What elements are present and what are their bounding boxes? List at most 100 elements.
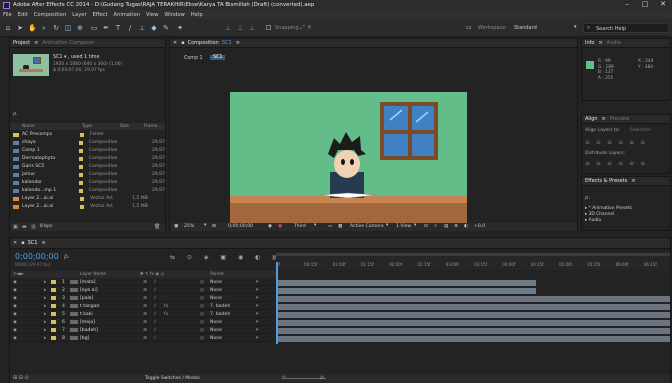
expand-arrow-icon[interactable]: ▸ [44, 280, 46, 285]
show-channel-icon[interactable]: ● [278, 224, 282, 229]
parent-pickwhip-icon[interactable]: ◎ [200, 320, 204, 325]
close-tab-icon[interactable]: ✕ [13, 240, 17, 246]
label-color-swatch[interactable] [78, 148, 83, 153]
label-color-swatch[interactable] [78, 180, 83, 185]
rotate-tool-icon[interactable]: ↻ [52, 24, 60, 32]
parent-select[interactable]: None [210, 288, 222, 293]
layer-name[interactable]: [eye.ai] [80, 288, 98, 293]
parent-dropdown-icon[interactable]: ▾ [256, 280, 258, 285]
parent-dropdown-icon[interactable]: ▾ [256, 336, 258, 341]
tab-audio[interactable]: Audio [607, 40, 621, 46]
project-search[interactable]: ρ. [13, 111, 163, 119]
mask-tool-icon[interactable]: ▭ [90, 24, 98, 32]
project-list-item[interactable]: kalendar Composition 29,97 [10, 179, 165, 186]
parent-select[interactable]: None [210, 280, 222, 285]
clone-stamp-tool-icon[interactable]: ⊥ [138, 24, 146, 32]
shy-switch-icon[interactable]: ⊕ [143, 320, 147, 325]
project-list-item[interactable]: jamur Composition 29,97 [10, 171, 165, 178]
menu-help[interactable]: Help [191, 12, 203, 18]
region-of-interest-icon[interactable]: ▭ [328, 224, 332, 229]
current-time-display[interactable]: 0;00;00;00 [228, 224, 253, 229]
parent-pickwhip-icon[interactable]: ◎ [200, 336, 204, 341]
layer-name[interactable]: [pala] [80, 296, 93, 301]
layer-row[interactable]: ◉ ▸ 3 [pala] ⊕ / ◎ None ▾ [10, 295, 276, 302]
layer-label-color[interactable] [51, 288, 56, 292]
expand-arrow-icon[interactable]: ▸ [44, 312, 46, 317]
visibility-eye-icon[interactable]: ◉ [13, 320, 17, 325]
timeline-timecode[interactable]: 0;00;00;00 [15, 252, 59, 261]
visibility-eye-icon[interactable]: ◉ [13, 328, 17, 333]
time-ruler[interactable]: 0f00:15f01:00f01:15f02:00f02:15f03:00f03… [276, 262, 670, 271]
work-area-bar[interactable] [276, 253, 670, 256]
tab-project[interactable]: Project [13, 40, 30, 46]
tab-menu-icon[interactable]: ≡ [598, 40, 602, 46]
grid-guides-icon[interactable]: ⊞ [212, 224, 216, 229]
tab-timeline-sc1[interactable]: SC1 [28, 240, 38, 246]
align-to-select[interactable]: Selection [630, 128, 651, 133]
parent-select[interactable]: 7. badeh [210, 312, 230, 317]
quality-switch-icon[interactable]: / [154, 312, 156, 317]
parent-pickwhip-icon[interactable]: ◎ [200, 280, 204, 285]
transparency-grid-icon[interactable]: ▦ [338, 224, 342, 229]
project-list-item[interactable]: chaya Composition 29,97 [10, 139, 165, 146]
comp-breadcrumb-1[interactable]: Comp 1 [184, 56, 203, 61]
label-color-swatch[interactable] [80, 196, 84, 201]
project-list-item[interactable]: Layer 2...ai.ai Vector Art 1,5 MB [10, 203, 165, 210]
parent-select[interactable]: None [210, 296, 222, 301]
menu-animation[interactable]: Animation [114, 12, 140, 18]
timeline-switches-icons[interactable]: ⇆ ⊙ ◈ ▣ ◉ ◐ ▤ [170, 254, 283, 261]
layer-name[interactable]: [badeh] [80, 328, 98, 333]
minimize-button[interactable]: – [620, 0, 634, 8]
footer-switch-icons[interactable]: ⊞ ⊟ ⊙ [13, 375, 29, 381]
layer-row[interactable]: ◉ ▸ 5 t kaki ⊕ / fx ◎ 7. badeh ▾ [10, 311, 276, 318]
expand-arrow-icon[interactable]: ▸ [44, 288, 46, 293]
shy-switch-icon[interactable]: ⊕ [143, 312, 147, 317]
parent-select[interactable]: None [210, 328, 222, 333]
interpret-footage-icon[interactable]: ▣ [13, 224, 18, 230]
snapping-options-icon[interactable]: ⤢ ✕ [300, 24, 312, 32]
axis-world-icon[interactable]: ⊥ [236, 24, 244, 32]
parent-dropdown-icon[interactable]: ▾ [256, 304, 258, 309]
parent-dropdown-icon[interactable]: ▾ [256, 312, 258, 317]
layer-row[interactable]: ◉ ▸ 4 t tangan ⊕ / fx ◎ 7. badeh ▾ [10, 303, 276, 310]
layer-row[interactable]: ◉ ▸ 8 [bg] ⊕ / ◎ None ▾ [10, 335, 276, 342]
tab-info[interactable]: Info [585, 40, 594, 46]
parent-dropdown-icon[interactable]: ▾ [256, 328, 258, 333]
zoom-dropdown-icon[interactable]: ▾ [204, 223, 206, 228]
quality-switch-icon[interactable]: / [154, 304, 156, 309]
type-tool-icon[interactable]: T [114, 24, 122, 32]
layer-label-color[interactable] [51, 312, 56, 316]
render-queue-icon[interactable]: ▪ [21, 240, 24, 246]
expand-arrow-icon[interactable]: ▸ [44, 336, 46, 341]
shy-switch-icon[interactable]: ⊕ [143, 296, 147, 301]
brush-tool-icon[interactable]: / [126, 24, 134, 32]
expand-arrow-icon[interactable]: ▸ [44, 328, 46, 333]
tab-menu-icon[interactable]: ≡ [236, 40, 240, 46]
layer-name[interactable]: t kaki [80, 312, 93, 317]
header-name[interactable]: Name [22, 124, 35, 129]
distribute-buttons[interactable]: ≡≡≡≡≡≡ [585, 160, 651, 167]
tab-align[interactable]: Align [585, 116, 598, 122]
pen-tool-icon[interactable]: ✒ [102, 24, 110, 32]
composition-canvas[interactable] [230, 92, 467, 225]
camera-tool-icon[interactable]: ◫ [64, 24, 72, 32]
exposure-icon[interactable]: ◐ [464, 224, 468, 229]
visibility-eye-icon[interactable]: ◉ [13, 336, 17, 341]
parent-select[interactable]: None [210, 336, 222, 341]
hand-tool-icon[interactable]: ✋ [28, 24, 37, 32]
trash-icon[interactable]: 🗑 [154, 224, 160, 230]
workspace-select[interactable]: Standard [514, 25, 537, 31]
workspace-dropdown-icon[interactable]: ▾ [574, 24, 577, 30]
label-color-swatch[interactable] [78, 156, 83, 161]
label-color-swatch[interactable] [80, 132, 84, 137]
selection-tool-icon[interactable]: ➤ [16, 24, 24, 32]
pan-behind-tool-icon[interactable]: ⊕ [76, 24, 84, 32]
layer-duration-bar[interactable] [276, 280, 537, 286]
visibility-eye-icon[interactable]: ◉ [13, 296, 17, 301]
layer-duration-bar[interactable] [276, 328, 670, 334]
resolution-dropdown-icon[interactable]: ▾ [314, 223, 316, 228]
label-color-swatch[interactable] [78, 188, 83, 193]
shy-switch-icon[interactable]: ⊕ [143, 304, 147, 309]
menu-window[interactable]: Window [164, 12, 184, 18]
expand-arrow-icon[interactable]: ▸ [44, 296, 46, 301]
